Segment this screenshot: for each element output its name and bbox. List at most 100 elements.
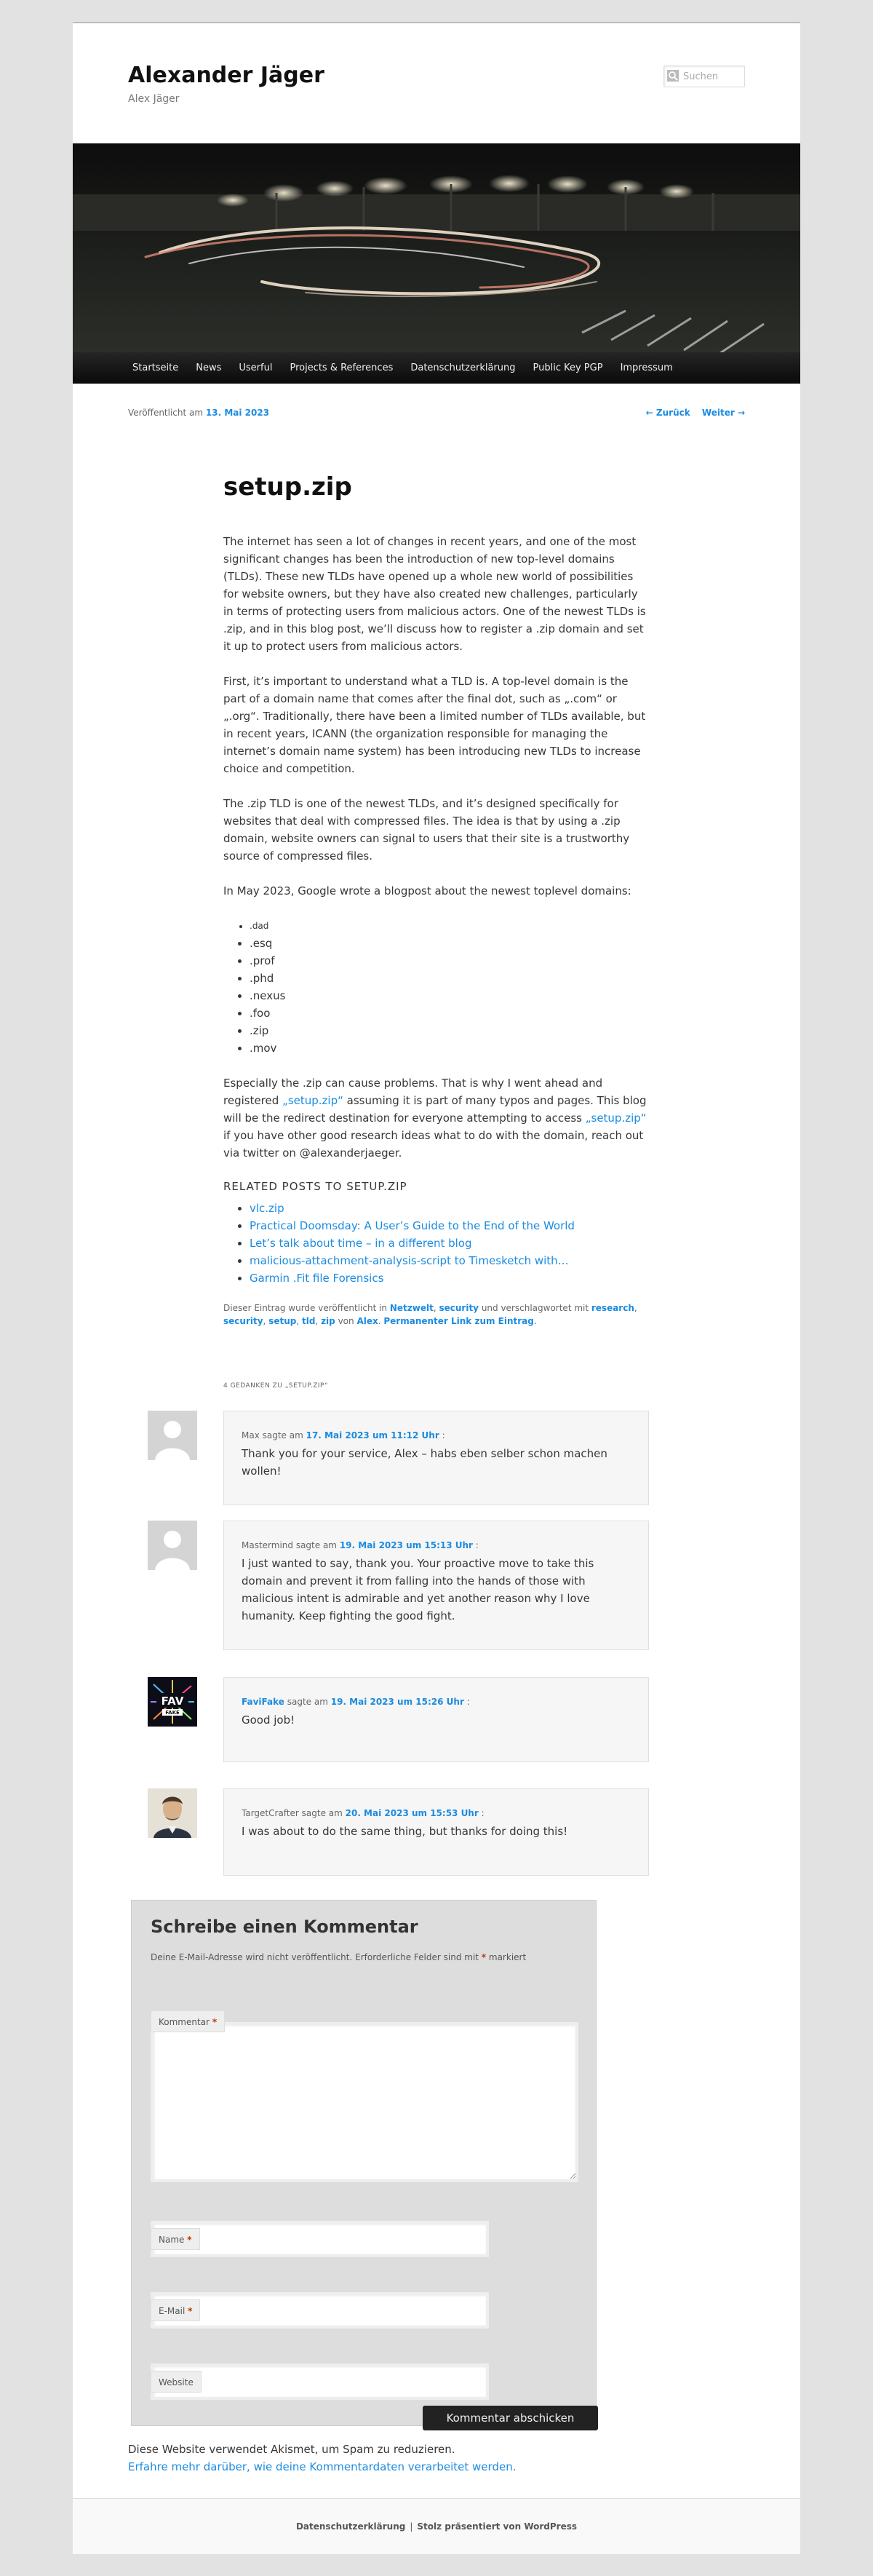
search-placeholder: Suchen <box>683 71 719 82</box>
site-title[interactable]: Alexander Jäger <box>128 63 324 88</box>
category-link[interactable]: Netzwelt <box>390 1303 434 1313</box>
resize-handle-icon[interactable] <box>569 2172 576 2179</box>
post-content: The internet has seen a lot of changes i… <box>223 533 649 1328</box>
main-navigation: Startseite News Userful Projects & Refer… <box>73 352 800 384</box>
email-field[interactable] <box>151 2292 489 2329</box>
comment-text: Thank you for your service, Alex – habs … <box>242 1447 607 1478</box>
nav-item-datenschutz[interactable]: Datenschutzerklärung <box>402 362 524 373</box>
text: sagte am <box>298 1808 346 1818</box>
paragraph: The .zip TLD is one of the newest TLDs, … <box>223 797 630 863</box>
required-asterisk: * <box>188 2306 193 2316</box>
list-item: .nexus <box>250 987 649 1004</box>
setup-zip-link[interactable]: „setup.zip“ <box>282 1094 343 1107</box>
list-item: .esq <box>250 935 649 952</box>
tag-link[interactable]: setup <box>268 1316 296 1326</box>
comment-meta: TargetCrafter sagte am 20. Mai 2023 um 1… <box>242 1808 485 1818</box>
nav-item-impressum[interactable]: Impressum <box>612 362 682 373</box>
paragraph: First, it’s important to understand what… <box>223 675 646 775</box>
comment-form-title: Schreibe einen Kommentar <box>151 1917 418 1937</box>
comment-form: Schreibe einen Kommentar Deine E-Mail-Ad… <box>131 1900 597 2426</box>
name-field[interactable] <box>151 2221 489 2257</box>
footer-wordpress-link[interactable]: Stolz präsentiert von WordPress <box>417 2521 577 2532</box>
related-post-link[interactable]: Practical Doomsday: A User’s Guide to th… <box>250 1219 575 1232</box>
default-avatar-icon <box>148 1521 197 1570</box>
setup-zip-link[interactable]: „setup.zip“ <box>586 1111 647 1125</box>
list-item: .foo <box>250 1004 649 1022</box>
permalink[interactable]: Permanenter Link zum Eintrag <box>383 1316 534 1326</box>
related-post-item: Garmin .Fit file Forensics <box>250 1269 649 1287</box>
comment-meta: FaviFake sagte am 19. Mai 2023 um 15:26 … <box>242 1697 470 1707</box>
tag-link[interactable]: tld <box>302 1316 315 1326</box>
user-photo-avatar-icon <box>148 1788 197 1838</box>
required-asterisk: * <box>187 2235 192 2245</box>
related-post-item: vlc.zip <box>250 1200 649 1217</box>
post-date-prefix: Veröffentlicht am <box>128 408 206 418</box>
comment-date-link[interactable]: 20. Mai 2023 um 15:53 Uhr <box>346 1808 479 1818</box>
page-background-top <box>0 0 873 22</box>
comment: Max sagte am 17. Mai 2023 um 11:12 Uhr :… <box>223 1411 649 1505</box>
tag-link[interactable]: zip <box>321 1316 335 1326</box>
comment-author: TargetCrafter <box>242 1808 299 1818</box>
submit-comment-button[interactable]: Kommentar abschicken <box>423 2406 598 2430</box>
avatar <box>148 1788 197 1838</box>
related-post-link[interactable]: Let’s talk about time – in a different b… <box>250 1237 472 1250</box>
next-post-link[interactable]: Weiter → <box>702 408 745 418</box>
comment-author: Max <box>242 1430 260 1440</box>
text: if you have other good research ideas wh… <box>223 1129 644 1160</box>
tag-link[interactable]: security <box>223 1316 263 1326</box>
text: sagte am <box>259 1430 306 1440</box>
post-date-link[interactable]: 13. Mai 2023 <box>206 408 269 418</box>
search-input[interactable]: Suchen <box>663 66 745 87</box>
related-post-link[interactable]: Garmin .Fit file Forensics <box>250 1272 383 1285</box>
paragraph: In May 2023, Google wrote a blogpost abo… <box>223 884 631 897</box>
nav-item-userful[interactable]: Userful <box>230 362 281 373</box>
favifake-avatar-icon: FAV FAKE <box>148 1677 197 1727</box>
previous-post-link[interactable]: ← Zurück <box>646 408 690 418</box>
comments-title: 4 Gedanken zu „setup.zip“ <box>223 1382 329 1390</box>
avatar <box>148 1521 197 1570</box>
comment-date-link[interactable]: 19. Mai 2023 um 15:26 Uhr <box>331 1697 464 1707</box>
comment-textarea[interactable] <box>151 2022 578 2182</box>
text: markiert <box>486 1952 527 1962</box>
tag-link[interactable]: research <box>591 1303 634 1313</box>
website-field-label: Website <box>151 2371 202 2393</box>
comment: TargetCrafter sagte am 20. Mai 2023 um 1… <box>223 1788 649 1876</box>
post-navigation: ← Zurück Weiter → <box>637 408 745 418</box>
list-item: .zip <box>250 1022 649 1039</box>
text: Name <box>159 2235 185 2245</box>
akismet-notice: Diese Website verwendet Akismet, um Spam… <box>128 2441 516 2476</box>
text: Dieser Eintrag wurde veröffentlicht in <box>223 1303 390 1313</box>
list-item: .dad <box>250 917 649 935</box>
entry-footer-meta: Dieser Eintrag wurde veröffentlicht in N… <box>223 1303 637 1326</box>
svg-text:FAV: FAV <box>162 1695 184 1708</box>
related-post-link[interactable]: malicious-attachment-analysis-script to … <box>250 1254 569 1267</box>
nav-item-projects[interactable]: Projects & References <box>281 362 402 373</box>
related-posts: Related posts to setup.zip vlc.zip Pract… <box>223 1178 649 1287</box>
comment-text: Good job! <box>242 1713 295 1727</box>
comment-date-link[interactable]: 17. Mai 2023 um 11:12 Uhr <box>306 1430 439 1440</box>
text: Kommentar <box>159 2017 210 2027</box>
footer-privacy-link[interactable]: Datenschutzerklärung <box>296 2521 405 2532</box>
avatar: FAV FAKE <box>148 1677 197 1727</box>
search-icon <box>667 70 679 82</box>
comment: FaviFake sagte am 19. Mai 2023 um 15:26 … <box>223 1677 649 1762</box>
comment-date-link[interactable]: 19. Mai 2023 um 15:13 Uhr <box>340 1540 473 1550</box>
avatar <box>148 1411 197 1460</box>
text: E-Mail <box>159 2306 186 2316</box>
comment-author-link[interactable]: FaviFake <box>242 1697 284 1707</box>
akismet-privacy-link[interactable]: Erfahre mehr darüber, wie deine Kommenta… <box>128 2460 516 2473</box>
comment: Mastermind sagte am 19. Mai 2023 um 15:1… <box>223 1521 649 1650</box>
category-link[interactable]: security <box>439 1303 479 1313</box>
name-field-label: Name * <box>151 2228 200 2250</box>
text: sagte am <box>284 1697 331 1707</box>
nav-item-news[interactable]: News <box>187 362 230 373</box>
text: Deine E-Mail-Adresse wird nicht veröffen… <box>151 1952 482 1962</box>
nav-item-pgp[interactable]: Public Key PGP <box>525 362 612 373</box>
post-date-meta: Veröffentlicht am 13. Mai 2023 <box>128 408 269 418</box>
related-posts-title: Related posts to setup.zip <box>223 1180 407 1193</box>
paragraph: Especially the .zip can cause problems. … <box>223 1074 649 1162</box>
related-post-link[interactable]: vlc.zip <box>250 1202 284 1215</box>
nav-item-startseite[interactable]: Startseite <box>124 362 187 373</box>
author-link[interactable]: Alex <box>356 1316 378 1326</box>
comment-meta: Max sagte am 17. Mai 2023 um 11:12 Uhr : <box>242 1430 445 1440</box>
